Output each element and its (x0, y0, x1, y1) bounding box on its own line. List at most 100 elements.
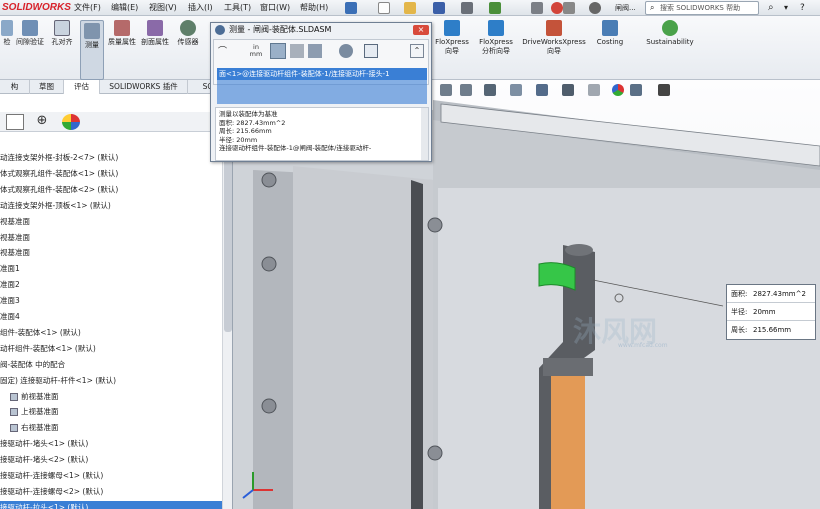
callout-row-radius: 半径: 20mm (727, 303, 815, 321)
tab-solidworks-addins[interactable]: SOLIDWORKS 插件 (100, 80, 188, 94)
pin-icon[interactable] (345, 2, 357, 14)
tree-item-label: 接驱动杆-连接螺母<1> (默认) (0, 471, 104, 480)
config-manager-icon[interactable]: ⊕ (33, 114, 51, 130)
sensor-create-icon[interactable] (364, 44, 378, 58)
select-icon[interactable] (531, 2, 543, 14)
display-style-icon[interactable] (562, 84, 574, 96)
tree-item[interactable]: 接驱动杆-堵头<2> (默认) (0, 453, 88, 467)
appearance-icon[interactable] (612, 84, 624, 96)
open-file-icon[interactable] (404, 2, 416, 14)
rod-sleeve (551, 376, 585, 509)
tree-scroll-thumb[interactable] (224, 152, 232, 332)
tree-item[interactable]: 体式观察孔组件-装配体<2> (默认) (0, 183, 118, 197)
scene-icon[interactable] (630, 84, 642, 96)
tree-item[interactable]: 接驱动杆-连接螺母<2> (默认) (0, 485, 103, 499)
file-properties-icon[interactable] (563, 2, 575, 14)
tree-item[interactable]: 动连接支架外框-封板-2<7> (默认) (0, 151, 118, 165)
command-hole-alignment[interactable]: 孔对齐 (47, 20, 77, 47)
tree-item[interactable]: 视基准面 (0, 231, 30, 245)
tree-item[interactable]: 接驱动杆-连接螺母<1> (默认) (0, 469, 103, 483)
rebuild-icon[interactable] (551, 2, 563, 14)
command-measure[interactable]: 测量 (80, 20, 104, 80)
command-sustainability[interactable]: Sustainability (642, 20, 698, 47)
tree-item-label: 固定) 连接驱动杆-杆件<1> (默认) (0, 375, 117, 385)
menu-insert[interactable]: 插入(I) (188, 0, 213, 16)
view-orientation-icon[interactable] (536, 84, 548, 96)
command-section-properties[interactable]: 剖面属性 (140, 20, 170, 47)
menu-window[interactable]: 窗口(W) (260, 0, 290, 16)
close-button[interactable]: × (413, 25, 429, 35)
callout-label: 半径: (731, 308, 748, 316)
undo-icon[interactable] (489, 2, 501, 14)
command-floxpress-analysis[interactable]: FloXpress 分析向导 (476, 20, 516, 56)
tab-features[interactable]: 构 (0, 80, 30, 94)
tree-item[interactable]: 接驱动杆-堵头<1> (默认) (0, 437, 88, 451)
tree-item[interactable]: 固定) 连接驱动杆-杆件<1> (默认) (0, 374, 116, 388)
tab-evaluate[interactable]: 评估 (64, 80, 100, 94)
tree-item[interactable]: 前视基准面 (10, 390, 59, 404)
tree-scrollbar[interactable] (222, 152, 232, 509)
tree-item[interactable]: 准面2 (0, 278, 20, 292)
show-xyz-icon[interactable] (270, 43, 286, 59)
bolt (427, 445, 443, 461)
tree-item[interactable]: 准面4 (0, 310, 20, 324)
command-driveworksxpress[interactable]: DriveWorksXpress 向导 (520, 20, 588, 56)
measure-dialog: 测量 - 闸阀-装配体.SLDASM × ⌒ in mm ⌃ 面<1>@连接驱动… (210, 22, 432, 162)
point-to-point-icon[interactable] (290, 44, 304, 58)
tree-item[interactable]: 准面3 (0, 294, 20, 308)
selection-list-item[interactable]: 面<1>@连接驱动杆组件-装配体-1/连接驱动杆-接头-1 (217, 68, 427, 80)
menu-edit[interactable]: 编辑(E) (111, 0, 138, 16)
command-check[interactable]: 检 (0, 20, 14, 47)
menu-view[interactable]: 视图(V) (149, 0, 177, 16)
monitor-icon[interactable] (658, 84, 670, 96)
measure-history-icon[interactable] (339, 44, 353, 58)
left-wall-edge (411, 180, 423, 509)
tree-item[interactable]: 阀-装配体 中的配合 (0, 358, 65, 372)
hide-show-icon[interactable] (588, 84, 600, 96)
tree-item[interactable]: 体式观察孔组件-装配体<1> (默认) (0, 167, 118, 181)
tree-item[interactable]: 准面1 (0, 262, 20, 276)
tab-sketch[interactable]: 草图 (30, 80, 64, 94)
section-properties-icon (147, 20, 163, 36)
command-costing[interactable]: Costing (594, 20, 626, 47)
tree-item[interactable]: 视基准面 (0, 246, 30, 260)
results-scrollbar[interactable] (421, 108, 428, 160)
help-icon[interactable]: ? (800, 0, 805, 16)
command-clearance-verification[interactable]: 间隙验证 (16, 20, 44, 47)
feature-tree-icon[interactable] (6, 114, 24, 130)
search-go-icon[interactable]: ⌕ (768, 0, 774, 16)
menu-file[interactable]: 文件(F) (74, 0, 101, 16)
tree-item[interactable]: 动连接支架外框-顶板<1> (默认) (0, 199, 111, 213)
previous-view-icon[interactable] (484, 84, 496, 96)
selection-list[interactable] (217, 80, 427, 104)
tree-item[interactable]: 组件-装配体<1> (默认) (0, 326, 81, 340)
options-gear-icon[interactable] (589, 2, 601, 14)
tree-item[interactable]: 右视基准面 (10, 421, 59, 435)
tree-item-label: 组件-装配体<1> (默认) (0, 327, 81, 337)
tree-item[interactable]: 上视基准面 (10, 405, 59, 419)
new-file-icon[interactable] (378, 2, 390, 14)
zoom-to-fit-icon[interactable] (440, 84, 452, 96)
section-view-icon[interactable] (510, 84, 522, 96)
menu-help[interactable]: 帮助(H) (300, 0, 328, 16)
command-floxpress-wizard[interactable]: FloXpress 向导 (432, 20, 472, 56)
chevron-down-icon[interactable]: ▾ (784, 0, 788, 16)
print-icon[interactable] (461, 2, 473, 14)
tree-item-label: 视基准面 (0, 248, 30, 258)
command-mass-properties[interactable]: 质量属性 (107, 20, 137, 47)
tree-item-label: 接驱动杆-连接螺母<2> (默认) (0, 486, 104, 496)
tree-item[interactable]: 视基准面 (0, 215, 30, 229)
tree-item[interactable]: 接驱动杆-拉头<1> (默认) (0, 500, 222, 509)
collapse-icon[interactable]: ⌃ (410, 44, 424, 58)
tree-item[interactable]: 动杆组件-装配体<1> (默认) (0, 342, 96, 356)
units-button[interactable]: in mm (248, 44, 264, 58)
sensor-icon (180, 20, 196, 36)
arc-circle-icon[interactable]: ⌒ (218, 46, 232, 58)
zoom-area-icon[interactable] (460, 84, 472, 96)
save-icon[interactable] (433, 2, 445, 14)
search-input[interactable]: 搜索 SOLIDWORKS 帮助 (645, 1, 759, 15)
command-sensor[interactable]: 传感器 (173, 20, 203, 47)
menu-tools[interactable]: 工具(T) (224, 0, 251, 16)
display-manager-icon[interactable] (62, 114, 80, 130)
projection-icon[interactable] (308, 44, 322, 58)
